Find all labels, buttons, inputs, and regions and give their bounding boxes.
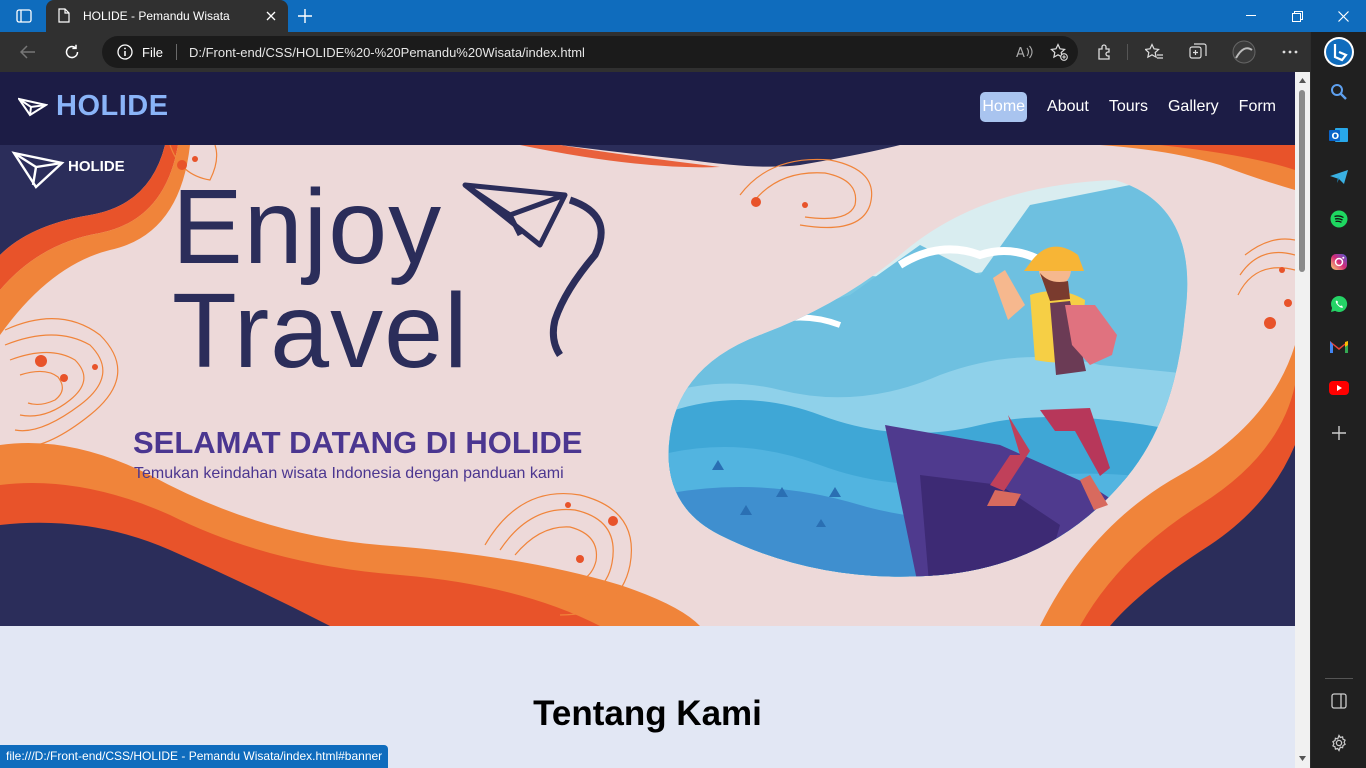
headline-enjoy: Enjoy <box>172 168 443 286</box>
collections-icon[interactable] <box>1183 37 1213 67</box>
back-icon[interactable] <box>13 37 43 67</box>
split-screen-icon[interactable] <box>1325 687 1353 715</box>
sidebar-divider <box>1325 678 1353 679</box>
refresh-icon[interactable] <box>57 37 87 67</box>
banner-logo-text: HOLIDE <box>68 158 125 175</box>
whatsapp-icon[interactable] <box>1325 290 1353 318</box>
page-scrollbar[interactable] <box>1295 72 1310 768</box>
tab-actions-icon[interactable] <box>10 6 38 26</box>
scrollbar-thumb[interactable] <box>1299 90 1305 272</box>
nav-form[interactable]: Form <box>1239 92 1276 122</box>
close-window-icon[interactable] <box>1320 0 1366 32</box>
banner-tagline: Temukan keindahan wisata Indonesia denga… <box>134 465 564 482</box>
paper-plane-icon <box>16 95 49 119</box>
address-separator <box>175 44 177 60</box>
browser-sidebar: O <box>1310 32 1366 768</box>
toolbar-separator <box>1127 44 1128 60</box>
nav-gallery[interactable]: Gallery <box>1168 92 1219 122</box>
youtube-icon[interactable] <box>1325 374 1353 402</box>
browser-toolbar: File D:/Front-end/CSS/HOLIDE%20-%20Peman… <box>0 32 1310 72</box>
copilot-icon[interactable] <box>1321 34 1357 70</box>
title-bar: HOLIDE - Pemandu Wisata <box>0 0 1366 32</box>
extensions-icon[interactable] <box>1090 37 1120 67</box>
more-options-icon[interactable] <box>1275 37 1305 67</box>
about-section-title: Tentang Kami <box>533 694 762 733</box>
tab-title: HOLIDE - Pemandu Wisata <box>83 9 230 23</box>
restore-icon[interactable] <box>1274 0 1320 32</box>
headline-travel: Travel <box>172 272 469 390</box>
read-aloud-icon[interactable]: A <box>1010 38 1040 66</box>
new-tab-icon[interactable] <box>292 4 318 28</box>
scroll-up-icon[interactable] <box>1298 76 1307 85</box>
site-brand[interactable]: HOLIDE <box>16 90 169 123</box>
site-header: HOLIDE Home About Tours Gallery Form <box>0 72 1295 145</box>
nav-home[interactable]: Home <box>980 92 1028 122</box>
svg-text:O: O <box>1332 132 1340 142</box>
status-bar-url: file:///D:/Front-end/CSS/HOLIDE - Pemand… <box>0 745 389 768</box>
gmail-icon[interactable] <box>1325 332 1353 360</box>
telegram-icon[interactable] <box>1325 163 1353 191</box>
welcome-heading: SELAMAT DATANG DI HOLIDE <box>133 425 583 460</box>
add-favorite-icon[interactable] <box>1044 38 1074 66</box>
scroll-down-icon[interactable] <box>1298 754 1307 763</box>
settings-icon[interactable] <box>1325 729 1353 757</box>
minimize-icon[interactable] <box>1228 0 1274 32</box>
page-viewport: HOLIDE Home About Tours Gallery Form HOL… <box>0 72 1295 768</box>
main-nav: Home About Tours Gallery Form <box>960 92 1276 122</box>
hero-banner: HOLIDE Enjoy Travel SELAMAT DATANG DI HO… <box>0 145 1295 626</box>
outlook-icon[interactable]: O <box>1325 121 1353 149</box>
favorites-icon[interactable] <box>1139 37 1169 67</box>
instagram-icon[interactable] <box>1325 248 1353 276</box>
address-bar[interactable]: File D:/Front-end/CSS/HOLIDE%20-%20Peman… <box>102 36 1078 68</box>
page-icon <box>58 8 72 24</box>
nav-about[interactable]: About <box>1047 92 1089 122</box>
svg-text:A: A <box>1016 46 1025 60</box>
add-icon[interactable] <box>1325 419 1353 447</box>
browser-tab[interactable]: HOLIDE - Pemandu Wisata <box>46 0 288 32</box>
close-tab-icon[interactable] <box>258 3 284 29</box>
url-text[interactable]: D:/Front-end/CSS/HOLIDE%20-%20Pemandu%20… <box>189 45 1010 60</box>
site-info-icon[interactable] <box>116 43 134 61</box>
scheme-label: File <box>142 44 163 60</box>
brand-name: HOLIDE <box>56 90 169 122</box>
spotify-icon[interactable] <box>1325 205 1353 233</box>
profile-avatar[interactable] <box>1229 37 1259 67</box>
nav-tours[interactable]: Tours <box>1109 92 1148 122</box>
search-icon[interactable] <box>1325 78 1353 106</box>
